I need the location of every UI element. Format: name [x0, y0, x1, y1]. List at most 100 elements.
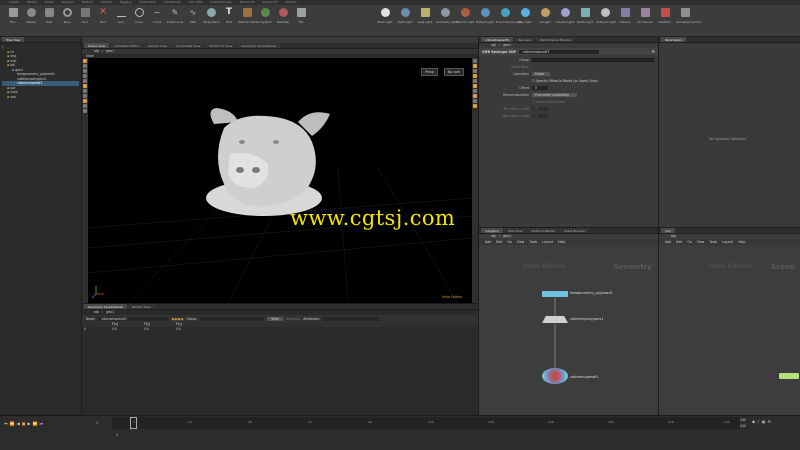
- node-name-field[interactable]: vdbreshapesdf1: [519, 49, 600, 54]
- shelf-tab[interactable]: Create: [6, 0, 22, 5]
- shelf-tool-spot-light[interactable]: Spot Light: [396, 8, 414, 24]
- shelf-tool-box[interactable]: Box: [4, 8, 22, 24]
- render-region-icon[interactable]: [83, 94, 87, 98]
- background-icon[interactable]: [473, 99, 477, 103]
- audio-icon[interactable]: ♪: [757, 419, 760, 424]
- shelf-tool-path[interactable]: ∿ Path: [184, 8, 202, 24]
- frame-ruler[interactable]: 1 24 48 72 96 120 144 168 192 216 240: [112, 417, 740, 429]
- shelf-tool-volume-light[interactable]: Volume Light: [456, 8, 474, 24]
- shelf-tab[interactable]: Polygon: [59, 0, 77, 5]
- view-tool-icon[interactable]: [83, 89, 87, 93]
- shelf-tool-portal-light[interactable]: Portal Light: [576, 8, 594, 24]
- intrinsics-toggle[interactable]: Intrinsics: [286, 317, 300, 321]
- tab-parameters[interactable]: Parameters: [661, 37, 687, 42]
- shelf-tool-draw-curve[interactable]: ✎ Draw Curve: [166, 8, 184, 24]
- step-back-icon[interactable]: ⏪: [10, 421, 15, 426]
- lock-icon[interactable]: ▣: [762, 419, 766, 424]
- tab-render-view[interactable]: Render View: [127, 304, 155, 309]
- tab-vdbreshapesdf1[interactable]: vdbreshapesdf1: [481, 37, 514, 42]
- shelf-tool-environment-light[interactable]: Environment Light: [496, 8, 522, 24]
- shelf-tool-circle[interactable]: Circle: [130, 8, 148, 24]
- renormalization-dropdown[interactable]: First-order upwinding: [532, 93, 577, 97]
- operation-dropdown[interactable]: Erode: [532, 72, 550, 76]
- range-end-field[interactable]: 240: [740, 418, 746, 422]
- shelf-tool-distant-light[interactable]: Distant Light: [476, 8, 494, 24]
- range-start-field[interactable]: 1: [116, 433, 118, 437]
- shelf-tool-grid[interactable]: Grid: [76, 8, 94, 24]
- current-frame-field[interactable]: 1: [96, 421, 98, 425]
- node-vdbreshapesdf[interactable]: [542, 368, 568, 384]
- attributes-field[interactable]: [323, 316, 380, 321]
- display-options-icon[interactable]: [473, 59, 477, 63]
- shelf-tool-vr-camera[interactable]: VR Camera: [636, 8, 654, 24]
- shelf-tab[interactable]: Modify: [24, 0, 40, 5]
- grid-snap-icon[interactable]: [83, 109, 87, 113]
- lighting-icon[interactable]: [473, 64, 477, 68]
- shelf-tool-sphere[interactable]: Sphere: [22, 8, 40, 24]
- offset-field[interactable]: 0: [532, 86, 548, 90]
- shelf-tab[interactable]: Deform: [79, 0, 96, 5]
- pig-head-model[interactable]: [206, 108, 330, 216]
- object-network-editor[interactable]: /obj obj Add Edit Go View Tools Layout H…: [658, 227, 800, 415]
- path-obj[interactable]: obj: [94, 310, 99, 315]
- menu-layout[interactable]: Layout: [722, 239, 733, 245]
- tab-obj[interactable]: /obj: [661, 228, 675, 233]
- camera-lock-icon[interactable]: [473, 89, 477, 93]
- menu-go[interactable]: Go: [687, 239, 691, 245]
- pose-tool-icon[interactable]: [83, 79, 87, 83]
- shelf-tool-file[interactable]: File: [292, 8, 310, 24]
- menu-tools[interactable]: Tools: [709, 239, 717, 245]
- shelf-tool-point-light[interactable]: Point Light: [376, 8, 394, 24]
- shelf-tool-platonic-solids[interactable]: Platonic Solids: [238, 8, 258, 24]
- play-icon[interactable]: ▶: [27, 421, 30, 426]
- normals-icon[interactable]: [473, 84, 477, 88]
- gear-icon[interactable]: ⚙: [651, 49, 658, 54]
- shelf-tool-l-system[interactable]: L-System: [256, 8, 274, 24]
- tab-performance-monitor[interactable]: Performance Monitor: [535, 37, 576, 42]
- shelf-tab[interactable]: Characters: [136, 0, 158, 5]
- path-geo1[interactable]: geo1: [106, 310, 114, 315]
- shelf-tab[interactable]: Hair Utils: [186, 0, 206, 5]
- select-tool-icon[interactable]: [83, 59, 87, 63]
- network-editor[interactable]: /obj/geo1 Tree View Material Palette Ass…: [478, 227, 658, 415]
- point-display-icon[interactable]: [473, 79, 477, 83]
- jump-end-icon[interactable]: ⏭: [40, 421, 44, 426]
- stop-icon[interactable]: ■: [22, 421, 26, 426]
- shelf-tool-curve[interactable]: ~ Curve: [148, 8, 166, 24]
- min-cutoff-field[interactable]: 0: [532, 107, 548, 111]
- magnet-icon[interactable]: [83, 104, 87, 108]
- shelf-tab[interactable]: Texture: [98, 0, 115, 5]
- shelf-tab[interactable]: Model: [42, 0, 57, 5]
- tab-geometry-spreadsheet[interactable]: Geometry Spreadsheet: [237, 43, 281, 48]
- node-geo1[interactable]: [779, 373, 799, 379]
- tab-scene-view[interactable]: Scene View: [84, 43, 110, 48]
- global-end-field[interactable]: 240: [740, 424, 746, 428]
- scale-tool-icon[interactable]: [83, 74, 87, 78]
- world-units-checkbox[interactable]: ☐ Specify Offset in World (vs Voxel) Uni…: [532, 79, 654, 83]
- shelf-tool-text[interactable]: T Text: [220, 8, 238, 25]
- group-param-field[interactable]: [532, 58, 654, 62]
- rotate-tool-icon[interactable]: [83, 69, 87, 73]
- max-cutoff-field[interactable]: 1: [532, 114, 548, 118]
- shelf-tool-camera[interactable]: Camera: [616, 8, 634, 24]
- invert-mask-checkbox[interactable]: ☐ Invert Alpha Mask: [532, 100, 654, 104]
- shading-icon[interactable]: [473, 69, 477, 73]
- menu-add[interactable]: Add: [665, 239, 671, 245]
- shelf-tool-ambient-light[interactable]: Ambient Light: [596, 8, 616, 24]
- visualizer-icon[interactable]: [473, 104, 477, 108]
- shelf-tool-torus[interactable]: Torus: [58, 8, 76, 24]
- table-row[interactable]: 0 0.0 0.0 0.0: [82, 327, 478, 332]
- shelf-tool-null[interactable]: ✕ Null: [94, 8, 112, 25]
- shelf-tab[interactable]: Constraints: [161, 0, 184, 5]
- shelf-tab[interactable]: Volume: [283, 0, 300, 5]
- shelf-tool-sky-light[interactable]: Sky Light: [516, 8, 534, 24]
- path-geo1[interactable]: geo1: [106, 49, 114, 54]
- shelf-tab[interactable]: Terrain FX: [237, 0, 258, 5]
- camera-menu-button[interactable]: No cam: [443, 68, 464, 76]
- tab-motion-fx-view[interactable]: Motion FX View: [205, 43, 237, 48]
- ghost-icon[interactable]: [473, 94, 477, 98]
- play-reverse-icon[interactable]: ◀: [17, 421, 20, 426]
- attribute-class-icons[interactable]: ▣▣▣▣: [171, 317, 183, 321]
- shelf-tool-spray-paint[interactable]: Spray Paint: [202, 8, 220, 24]
- scene-viewport[interactable]: Persp No cam www.cgtsj.com Indie Edition: [88, 58, 472, 303]
